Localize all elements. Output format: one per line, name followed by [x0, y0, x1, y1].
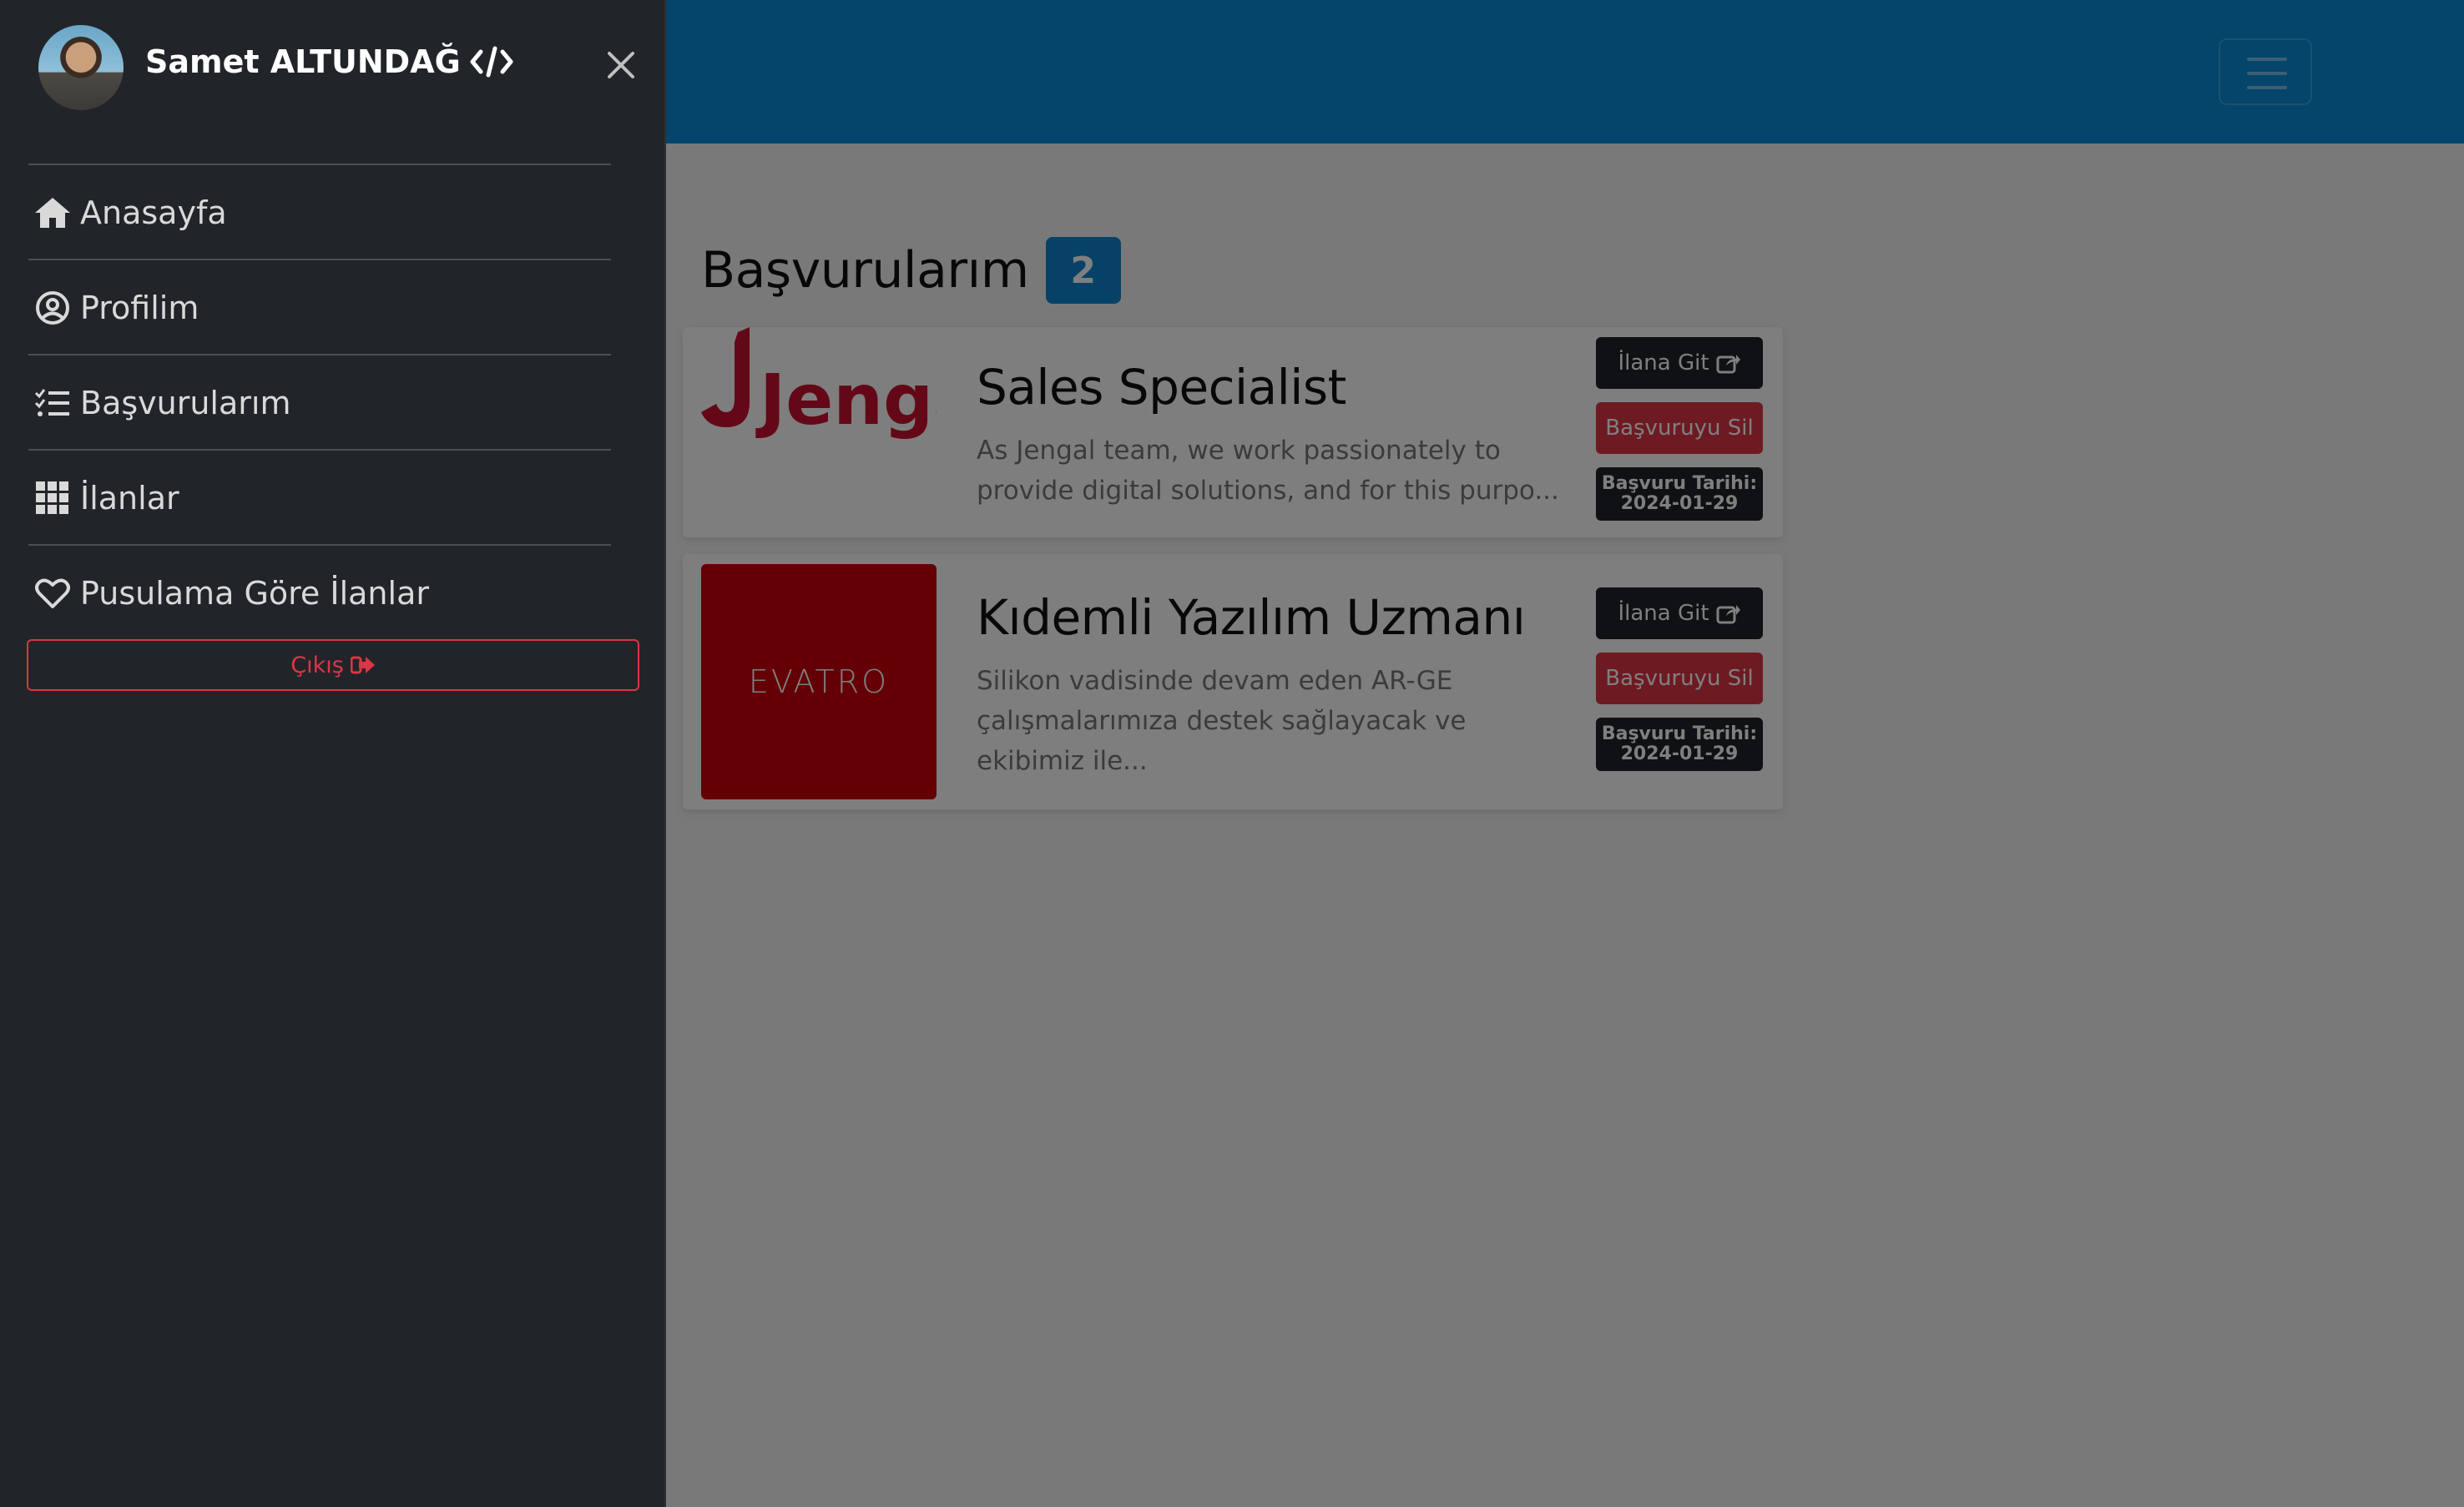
home-icon: [33, 194, 72, 232]
sidebar-item-ilanlar[interactable]: İlanlar: [33, 469, 179, 527]
close-button[interactable]: [604, 48, 638, 82]
sidebar-item-pusulama-gore-ilanlar[interactable]: Pusulama Göre İlanlar: [33, 564, 429, 622]
nav-divider: [28, 164, 611, 165]
nav-divider: [28, 449, 611, 451]
logout-button[interactable]: Çıkış: [27, 639, 639, 691]
sidebar-item-label: Profilim: [80, 290, 199, 326]
sidebar-item-anasayfa[interactable]: Anasayfa: [33, 184, 227, 242]
sign-out-icon: [350, 656, 375, 674]
sidebar-item-label: İlanlar: [80, 480, 179, 517]
close-icon: [608, 52, 634, 78]
logout-label: Çıkış: [290, 652, 344, 678]
sidebar-item-basvurularim[interactable]: Başvurularım: [33, 374, 290, 432]
sidebar-item-label: Başvurularım: [80, 385, 291, 421]
user-circle-icon: [33, 289, 72, 327]
avatar: [38, 25, 124, 110]
sidebar-item-label: Anasayfa: [80, 194, 227, 231]
heart-icon: [33, 574, 72, 612]
nav-divider: [28, 544, 611, 546]
code-icon: [470, 46, 513, 78]
user-name-header: Samet ALTUNDAĞ: [145, 43, 514, 80]
list-check-icon: [33, 384, 72, 422]
nav-divider: [28, 354, 611, 355]
grid-icon: [33, 479, 72, 517]
offcanvas-sidebar: Samet ALTUNDAĞ Anasayfa Profilim Başvuru…: [0, 0, 666, 1507]
nav-divider: [28, 259, 611, 260]
user-name: Samet ALTUNDAĞ: [145, 43, 461, 80]
sidebar-item-profilim[interactable]: Profilim: [33, 279, 199, 337]
sidebar-item-label: Pusulama Göre İlanlar: [80, 575, 429, 612]
